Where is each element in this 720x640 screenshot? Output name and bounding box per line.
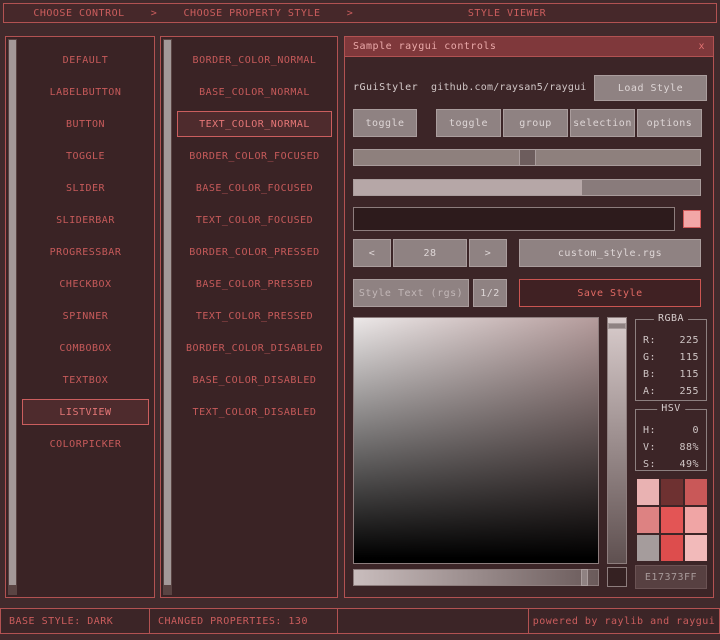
control-item[interactable]: LABELBUTTON (22, 79, 149, 105)
sample-textbox[interactable] (353, 207, 675, 231)
hsv-row-v: V: 88% (636, 439, 706, 456)
progress-fill (354, 180, 582, 195)
step-choose-property-style: CHOOSE PROPERTY STYLE (161, 8, 343, 19)
github-link[interactable]: github.com/raysan5/raygui (431, 75, 587, 101)
toggle-group-item[interactable]: selection (570, 109, 635, 137)
control-item[interactable]: COLORPICKER (22, 431, 149, 457)
control-item[interactable]: TOGGLE (22, 143, 149, 169)
hsv-row-s: S: 49% (636, 456, 706, 473)
spinner-decrement-button[interactable]: < (353, 239, 391, 267)
step-style-viewer: STYLE VIEWER (357, 8, 657, 19)
control-item[interactable]: COMBOBOX (22, 335, 149, 361)
rgba-row-a: A: 255 (636, 383, 706, 400)
property-item[interactable]: BASE_COLOR_NORMAL (177, 79, 332, 105)
step-choose-control: CHOOSE CONTROL (4, 8, 154, 19)
styler-label: rGuiStyler (353, 75, 418, 101)
status-base-style: BASE STYLE: DARK (0, 608, 150, 634)
rgba-row-r: R: 225 (636, 332, 706, 349)
color-palette (637, 479, 707, 561)
hsv-groupbox: HSV H: 0 V: 88% S: 49% (635, 409, 707, 471)
style-text-button[interactable]: Style Text (rgs) (353, 279, 469, 307)
alpha-handle[interactable] (581, 569, 588, 586)
property-item[interactable]: BORDER_COLOR_DISABLED (177, 335, 332, 361)
palette-swatch[interactable] (637, 479, 659, 505)
toggle-button[interactable]: toggle (353, 109, 417, 137)
hsv-title: HSV (657, 403, 685, 414)
property-item[interactable]: BASE_COLOR_DISABLED (177, 367, 332, 393)
color-preview-chip[interactable] (683, 210, 701, 228)
control-item[interactable]: BUTTON (22, 111, 149, 137)
palette-swatch[interactable] (661, 535, 683, 561)
hue-handle[interactable] (608, 323, 626, 329)
property-item-selected[interactable]: TEXT_COLOR_NORMAL (177, 111, 332, 137)
control-item-selected[interactable]: LISTVIEW (22, 399, 149, 425)
toggle-group: toggle group selection options (436, 109, 702, 137)
property-item[interactable]: BORDER_COLOR_NORMAL (177, 47, 332, 73)
control-item[interactable]: SLIDER (22, 175, 149, 201)
control-item[interactable]: TEXTBOX (22, 367, 149, 393)
sample-slider[interactable] (353, 149, 701, 166)
toggle-group-item[interactable]: toggle (436, 109, 501, 137)
alpha-bar[interactable] (353, 569, 599, 586)
toggle-group-item[interactable]: options (637, 109, 702, 137)
sample-window: Sample raygui controls x rGuiStyler gith… (344, 36, 714, 598)
rgba-title: RGBA (654, 313, 688, 324)
style-filename-combo[interactable]: custom_style.rgs (519, 239, 701, 267)
properties-list: BORDER_COLOR_NORMAL BASE_COLOR_NORMAL TE… (177, 47, 332, 431)
chevron-right-icon: > (343, 8, 357, 19)
rgba-row-b: B: 115 (636, 366, 706, 383)
scrollbar-thumb[interactable] (164, 40, 171, 585)
window-title: Sample raygui controls (353, 41, 496, 52)
control-item[interactable]: CHECKBOX (22, 271, 149, 297)
sample-progressbar (353, 179, 701, 196)
page-indicator-button[interactable]: 1/2 (473, 279, 507, 307)
rguistyler-app: CHOOSE CONTROL > CHOOSE PROPERTY STYLE >… (0, 0, 720, 640)
controls-list-panel: DEFAULT LABELBUTTON BUTTON TOGGLE SLIDER… (5, 36, 155, 598)
properties-list-panel: BORDER_COLOR_NORMAL BASE_COLOR_NORMAL TE… (160, 36, 338, 598)
hex-color-field[interactable]: E17373FF (635, 565, 707, 589)
spinner-increment-button[interactable]: > (469, 239, 507, 267)
status-credits: powered by raylib and raygui (528, 608, 720, 634)
slider-handle[interactable] (519, 149, 536, 166)
control-item[interactable]: SPINNER (22, 303, 149, 329)
save-style-button[interactable]: Save Style (519, 279, 701, 307)
control-item[interactable]: DEFAULT (22, 47, 149, 73)
palette-swatch[interactable] (637, 535, 659, 561)
palette-swatch[interactable] (661, 479, 683, 505)
color-picker-panel[interactable] (353, 317, 599, 564)
controls-scrollbar[interactable] (8, 39, 17, 595)
property-item[interactable]: BASE_COLOR_FOCUSED (177, 175, 332, 201)
palette-swatch[interactable] (637, 507, 659, 533)
spinner-value[interactable]: 28 (393, 239, 467, 267)
control-item[interactable]: SLIDERBAR (22, 207, 149, 233)
status-changed-properties: CHANGED PROPERTIES: 130 (149, 608, 338, 634)
property-item[interactable]: TEXT_COLOR_FOCUSED (177, 207, 332, 233)
alpha-preview-chip[interactable] (607, 567, 627, 587)
close-icon[interactable]: x (698, 41, 705, 52)
property-item[interactable]: BORDER_COLOR_PRESSED (177, 239, 332, 265)
palette-swatch[interactable] (685, 507, 707, 533)
property-item[interactable]: BORDER_COLOR_FOCUSED (177, 143, 332, 169)
hue-bar[interactable] (607, 317, 627, 564)
property-item[interactable]: TEXT_COLOR_DISABLED (177, 399, 332, 425)
rgba-groupbox: RGBA R: 225 G: 115 B: 115 A: 255 (635, 319, 707, 401)
palette-swatch[interactable] (685, 535, 707, 561)
status-empty-segment (337, 608, 529, 634)
toggle-group-item[interactable]: group (503, 109, 568, 137)
palette-swatch[interactable] (661, 507, 683, 533)
rgba-row-g: G: 115 (636, 349, 706, 366)
breadcrumb: CHOOSE CONTROL > CHOOSE PROPERTY STYLE >… (3, 3, 717, 23)
chevron-right-icon: > (147, 8, 161, 19)
hsv-row-h: H: 0 (636, 422, 706, 439)
window-titlebar[interactable]: Sample raygui controls x (345, 37, 713, 57)
property-item[interactable]: BASE_COLOR_PRESSED (177, 271, 332, 297)
properties-scrollbar[interactable] (163, 39, 172, 595)
controls-list: DEFAULT LABELBUTTON BUTTON TOGGLE SLIDER… (22, 47, 149, 463)
palette-swatch[interactable] (685, 479, 707, 505)
control-item[interactable]: PROGRESSBAR (22, 239, 149, 265)
load-style-button[interactable]: Load Style (594, 75, 707, 101)
scrollbar-thumb[interactable] (9, 40, 16, 585)
property-item[interactable]: TEXT_COLOR_PRESSED (177, 303, 332, 329)
